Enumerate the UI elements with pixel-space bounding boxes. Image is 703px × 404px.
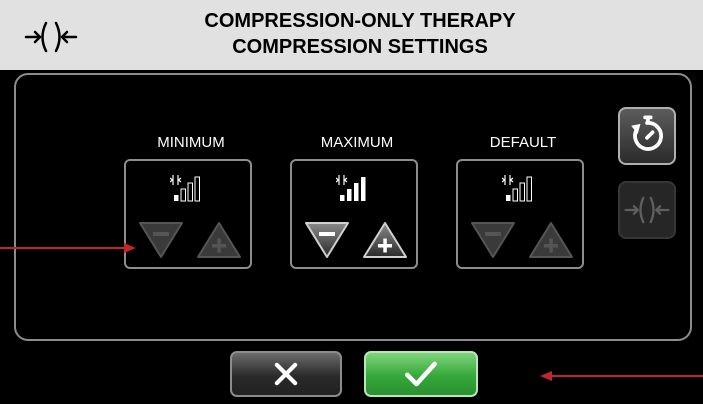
compression-button[interactable] [618,181,676,239]
increase-button[interactable] [196,219,242,261]
maximum-label: MAXIMUM [320,134,394,151]
compression-icon [24,21,78,53]
increase-button[interactable] [362,219,408,261]
compression-level-icon [170,175,200,202]
checkmark-icon [405,361,437,387]
increase-button[interactable] [528,219,574,261]
compression-level-icon [336,175,366,201]
minimum-setting-card [124,159,252,269]
close-icon [274,362,298,386]
callout-arrow [0,243,136,253]
default-label: DEFAULT [489,134,557,151]
maximum-setting-card [290,159,418,269]
header-bar: COMPRESSION-ONLY THERAPY COMPRESSION SET… [0,0,703,70]
page-title-line2: COMPRESSION SETTINGS [232,36,488,58]
decrease-button[interactable] [304,219,350,261]
settings-panel: MINIMUM MAXIMUM DEFAULT [14,73,692,341]
timer-button[interactable] [618,107,676,165]
compression-icon [624,196,670,224]
default-setting-card [456,159,584,269]
therapy-screen: COMPRESSION-ONLY THERAPY COMPRESSION SET… [0,0,703,404]
main-area: MINIMUM MAXIMUM DEFAULT [0,70,703,404]
decrease-button[interactable] [138,219,184,261]
timer-icon [631,115,663,151]
decrease-button[interactable] [470,219,516,261]
page-title-line1: COMPRESSION-ONLY THERAPY [204,10,516,32]
minimum-label: MINIMUM [157,134,225,151]
callout-arrow [540,371,703,381]
compression-level-icon [502,175,532,202]
cancel-button[interactable] [230,351,342,397]
confirm-button[interactable] [364,351,478,397]
